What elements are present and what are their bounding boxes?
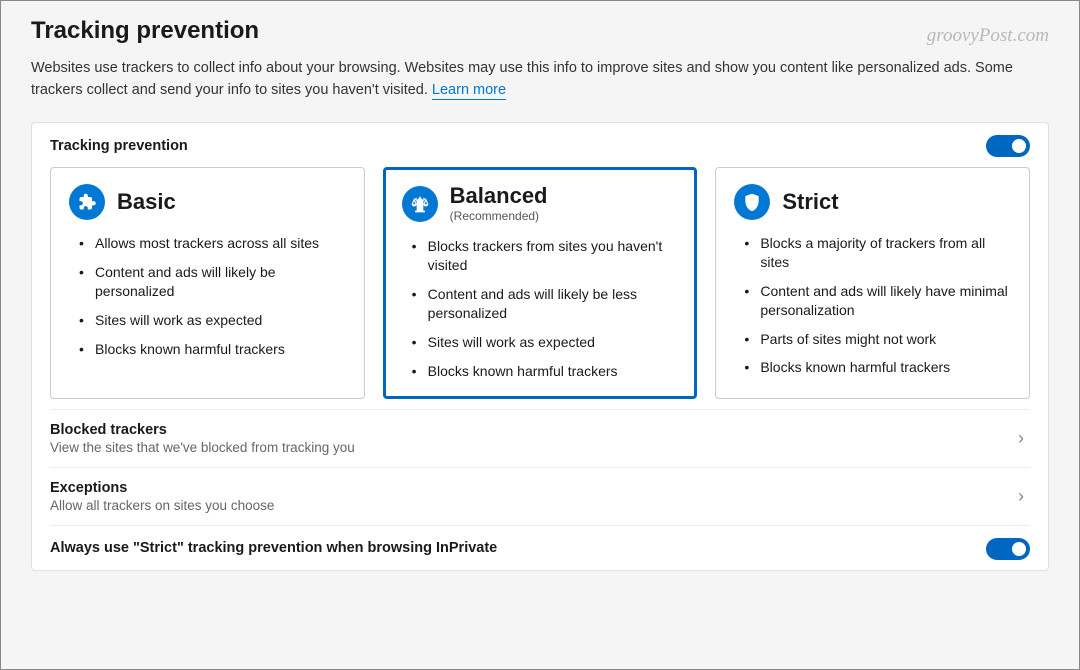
chevron-right-icon: › <box>1018 428 1030 449</box>
list-item: Blocks known harmful trackers <box>77 340 346 359</box>
panel-header: Tracking prevention <box>50 135 1030 157</box>
card-balanced-list: Blocks trackers from sites you haven't v… <box>402 237 679 380</box>
inprivate-strict-row: Always use "Strict" tracking prevention … <box>50 525 1030 566</box>
blocked-trackers-row[interactable]: Blocked trackers View the sites that we'… <box>50 409 1030 467</box>
panel-header-title: Tracking prevention <box>50 138 188 154</box>
list-item: Blocks known harmful trackers <box>410 362 679 381</box>
watermark: groovyPost.com <box>927 25 1049 47</box>
exceptions-row[interactable]: Exceptions Allow all trackers on sites y… <box>50 467 1030 525</box>
list-item: Parts of sites might not work <box>742 330 1011 349</box>
list-item: Allows most trackers across all sites <box>77 234 346 253</box>
exceptions-desc: Allow all trackers on sites you choose <box>50 498 274 513</box>
list-item: Content and ads will likely be less pers… <box>410 285 679 323</box>
shield-icon <box>734 184 770 220</box>
blocked-trackers-title: Blocked trackers <box>50 422 355 438</box>
level-cards: Basic Allows most trackers across all si… <box>50 167 1030 400</box>
card-basic-list: Allows most trackers across all sites Co… <box>69 234 346 358</box>
list-item: Blocks trackers from sites you haven't v… <box>410 237 679 275</box>
list-item: Blocks a majority of trackers from all s… <box>742 234 1011 272</box>
list-item: Sites will work as expected <box>77 311 346 330</box>
card-basic[interactable]: Basic Allows most trackers across all si… <box>50 167 365 400</box>
card-balanced-header: Balanced (Recommended) <box>402 184 679 223</box>
card-balanced-subtitle: (Recommended) <box>450 209 548 223</box>
card-strict-header: Strict <box>734 184 1011 220</box>
list-item: Content and ads will likely have minimal… <box>742 282 1011 320</box>
inprivate-strict-title: Always use "Strict" tracking prevention … <box>50 540 497 556</box>
card-strict-title: Strict <box>782 190 838 214</box>
list-item: Sites will work as expected <box>410 333 679 352</box>
page-description: Websites use trackers to collect info ab… <box>31 57 1049 102</box>
blocked-trackers-desc: View the sites that we've blocked from t… <box>50 440 355 455</box>
card-basic-title: Basic <box>117 190 176 214</box>
card-balanced[interactable]: Balanced (Recommended) Blocks trackers f… <box>383 167 698 400</box>
card-basic-header: Basic <box>69 184 346 220</box>
tracking-prevention-panel: Tracking prevention Basic Allows most tr… <box>31 122 1049 572</box>
exceptions-title: Exceptions <box>50 480 274 496</box>
tracking-prevention-toggle[interactable] <box>986 135 1030 157</box>
card-strict[interactable]: Strict Blocks a majority of trackers fro… <box>715 167 1030 400</box>
card-strict-list: Blocks a majority of trackers from all s… <box>734 234 1011 377</box>
list-item: Content and ads will likely be personali… <box>77 263 346 301</box>
page-description-text: Websites use trackers to collect info ab… <box>31 60 1013 98</box>
list-item: Blocks known harmful trackers <box>742 358 1011 377</box>
chevron-right-icon: › <box>1018 486 1030 507</box>
page-title: Tracking prevention <box>31 17 1049 45</box>
scales-icon <box>402 186 438 222</box>
learn-more-link[interactable]: Learn more <box>432 82 506 100</box>
inprivate-strict-toggle[interactable] <box>986 538 1030 560</box>
puzzle-icon <box>69 184 105 220</box>
settings-window: groovyPost.com Tracking prevention Websi… <box>0 0 1080 670</box>
card-balanced-title: Balanced <box>450 184 548 208</box>
